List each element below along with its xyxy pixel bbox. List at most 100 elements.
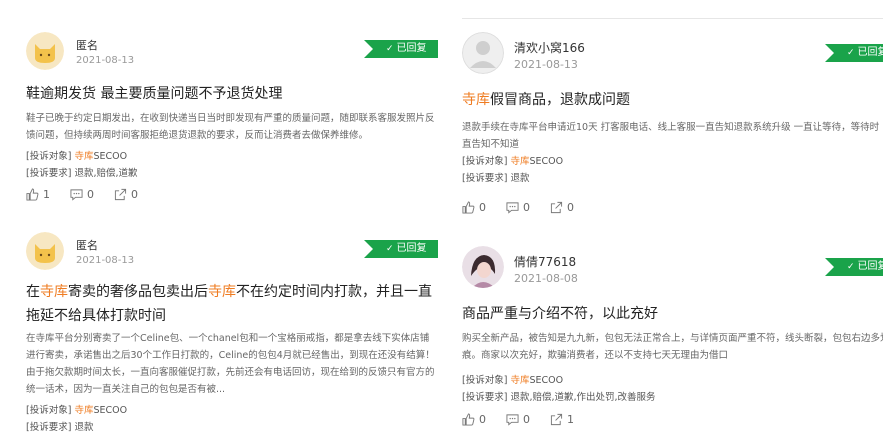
like-count: 0 [479, 412, 486, 426]
complaint-card[interactable]: 匿名 2021-08-13 ✓ 已回复 在寺库寄卖的奢侈品包卖出后寺库不在约定时间… [26, 222, 438, 446]
complaint-target: [投诉对象] 寺库SECOO [462, 153, 563, 170]
share-icon [550, 413, 563, 425]
complaint-description: 在寺库平台分别寄卖了一个Celine包、一个chanel包和一个宝格丽戒指，都是… [26, 333, 435, 395]
username[interactable]: 匿名 [76, 37, 98, 53]
complaint-requirement: [投诉要求] 退款,赔偿,道歉,作出处罚,改善服务 [462, 389, 656, 406]
target-brand-highlight[interactable]: 寺库 [74, 151, 93, 162]
share-icon [114, 188, 127, 200]
complaint-description: 鞋子已晚于约定日期发出，在收到快递当日当时即发现有严重的质量问题，随即联系客服发… [26, 113, 435, 141]
replied-badge: ✓ 已回复 [364, 40, 438, 58]
complaint-title[interactable]: 商品严重与介绍不符，以此充好 [462, 302, 883, 326]
like-button[interactable]: 0 [462, 413, 486, 426]
title-brand-highlight: 寺库 [208, 284, 236, 300]
requirement-value: 退款,赔偿,道歉 [74, 168, 138, 179]
complaint-card[interactable]: 倩倩77618 2021-08-08 ✓ 已回复 商品严重与介绍不符，以此充好 购… [462, 236, 883, 446]
complaint-card[interactable]: 匿名 2021-08-13 ✓ 已回复 鞋逾期发货 最主要质量问题不予退货处理 鞋… [26, 22, 438, 222]
requirement-label: [投诉要求] [26, 422, 72, 433]
comment-button[interactable]: 0 [70, 188, 94, 201]
badge-label: 已回复 [396, 43, 427, 54]
target-label: [投诉对象] [26, 405, 72, 416]
badge-label: 已回复 [857, 261, 883, 272]
avatar [26, 32, 64, 70]
card-actions: 0 0 0 [462, 198, 594, 216]
card-actions: 1 0 0 [26, 185, 158, 203]
share-icon [550, 201, 563, 213]
target-brand-highlight[interactable]: 寺库 [74, 405, 93, 416]
share-count: 1 [567, 412, 574, 426]
check-icon: ✓ [386, 44, 394, 54]
target-brand-rest: SECOO [93, 405, 128, 416]
complaint-target: [投诉对象] 寺库SECOO [26, 148, 127, 165]
comment-count: 0 [523, 200, 530, 214]
title-part: 在 [26, 284, 40, 300]
check-icon: ✓ [386, 244, 394, 254]
username[interactable]: 匿名 [76, 237, 98, 253]
complaint-title[interactable]: 寺库假冒商品，退款成问题 [462, 88, 883, 112]
check-icon: ✓ [847, 262, 855, 272]
replied-badge: ✓ 已回复 [825, 44, 883, 62]
card-header: 匿名 2021-08-13 ✓ 已回复 [26, 232, 438, 272]
avatar [462, 32, 504, 74]
comment-button[interactable]: 0 [506, 201, 530, 214]
comment-icon [70, 188, 83, 201]
complaint-target: [投诉对象] 寺库SECOO [26, 402, 127, 419]
post-date: 2021-08-13 [76, 55, 135, 66]
share-button[interactable]: 1 [550, 413, 574, 426]
complaint-requirement: [投诉要求] 退款 [26, 419, 93, 436]
share-button[interactable]: 0 [550, 201, 574, 214]
target-brand-rest: SECOO [529, 156, 564, 167]
comment-count: 0 [87, 187, 94, 201]
complaint-title[interactable]: 在寺库寄卖的奢侈品包卖出后寺库不在约定时间内打款，并且一直拖延不给具体打款时间 [26, 280, 438, 328]
target-label: [投诉对象] [26, 151, 72, 162]
user-photo-avatar-icon [462, 246, 504, 288]
target-label: [投诉对象] [462, 375, 508, 386]
cat-avatar-icon [26, 232, 64, 270]
post-date: 2021-08-13 [76, 255, 135, 266]
title-part: 寄卖的奢侈品包卖出后 [68, 284, 208, 300]
description-line: 退款手续在寺库平台申请近10天 打客服电话、线上客服一直告知退款系统升级 一直让… [462, 122, 880, 133]
card-header: 倩倩77618 2021-08-08 ✓ 已回复 [462, 246, 883, 288]
like-button[interactable]: 1 [26, 188, 50, 201]
complaint-requirement: [投诉要求] 退款,赔偿,道歉 [26, 165, 138, 182]
share-button[interactable]: 0 [114, 188, 138, 201]
complaint-title[interactable]: 鞋逾期发货 最主要质量问题不予退货处理 [26, 82, 438, 106]
requirement-label: [投诉要求] [462, 173, 508, 184]
title-part: 假冒商品，退款成问题 [490, 92, 630, 108]
description-line: 直告知不知道 [462, 139, 520, 150]
username[interactable]: 倩倩77618 [514, 253, 576, 270]
like-count: 0 [479, 200, 486, 214]
badge-label: 已回复 [396, 243, 427, 254]
target-brand-highlight[interactable]: 寺库 [510, 156, 529, 167]
title-brand-highlight: 寺库 [462, 92, 490, 108]
like-count: 1 [43, 187, 50, 201]
like-button[interactable]: 0 [462, 201, 486, 214]
username[interactable]: 清欢小窝166 [514, 39, 585, 56]
title-brand-highlight: 寺库 [40, 284, 68, 300]
comment-icon [506, 201, 519, 214]
avatar [26, 232, 64, 270]
post-date: 2021-08-13 [514, 58, 578, 71]
target-brand-rest: SECOO [93, 151, 128, 162]
target-brand-highlight[interactable]: 寺库 [510, 375, 529, 386]
card-actions: 0 0 1 [462, 410, 594, 428]
post-date: 2021-08-08 [514, 272, 578, 285]
share-count: 0 [131, 187, 138, 201]
complaint-requirement: [投诉要求] 退款 [462, 170, 529, 187]
complaint-description: 购买全新产品，被告知是九九新，包包无法正常合上，与详情页面严重不符，线头断裂，包… [462, 333, 883, 361]
comment-count: 0 [523, 412, 530, 426]
requirement-value: 退款 [74, 422, 94, 433]
complaint-target: [投诉对象] 寺库SECOO [462, 372, 563, 389]
card-header: 匿名 2021-08-13 ✓ 已回复 [26, 32, 438, 72]
comment-button[interactable]: 0 [506, 413, 530, 426]
thumbs-up-icon [462, 412, 475, 426]
share-count: 0 [567, 200, 574, 214]
badge-label: 已回复 [857, 47, 883, 58]
complaint-description: 退款手续在寺库平台申请近10天 打客服电话、线上客服一直告知退款系统升级 一直让… [462, 119, 883, 153]
default-user-avatar-icon [462, 32, 504, 74]
replied-badge: ✓ 已回复 [825, 258, 883, 276]
requirement-value: 退款 [510, 173, 530, 184]
avatar [462, 246, 504, 288]
complaint-card[interactable]: 清欢小窝166 2021-08-13 ✓ 已回复 寺库假冒商品，退款成问题 退款手… [462, 22, 883, 236]
replied-badge: ✓ 已回复 [364, 240, 438, 258]
requirement-label: [投诉要求] [462, 392, 508, 403]
